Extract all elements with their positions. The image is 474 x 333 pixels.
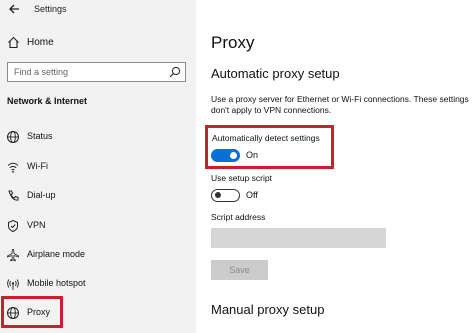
- window-title: Settings: [34, 4, 67, 14]
- setup-script-state: Off: [246, 190, 258, 200]
- globe-icon: [7, 131, 19, 143]
- proxy-description: Use a proxy server for Ethernet or Wi-Fi…: [211, 94, 469, 115]
- toggle-knob: [215, 192, 221, 198]
- airplane-icon: [7, 249, 19, 262]
- sidebar-item-dialup[interactable]: Dial-up: [0, 184, 196, 208]
- home-nav-item[interactable]: Home: [0, 30, 196, 54]
- sidebar-item-status[interactable]: Status: [0, 125, 196, 149]
- sidebar-item-label: Wi-Fi: [27, 161, 48, 171]
- title-bar: Settings: [0, 0, 196, 20]
- sidebar-item-mobile-hotspot[interactable]: Mobile hotspot: [0, 272, 196, 296]
- page-title: Proxy: [211, 33, 255, 52]
- sidebar-item-wifi[interactable]: Wi-Fi: [0, 155, 196, 179]
- sidebar-item-vpn[interactable]: VPN: [0, 214, 196, 238]
- save-button[interactable]: Save: [211, 260, 268, 280]
- sidebar-item-label: Dial-up: [27, 190, 56, 200]
- sidebar: Settings Home Network & Internet Status …: [0, 0, 196, 333]
- manual-proxy-heading: Manual proxy setup: [211, 302, 325, 317]
- home-icon: [8, 36, 19, 49]
- sidebar-item-label: Status: [27, 131, 53, 141]
- wifi-icon: [7, 162, 19, 173]
- phone-icon: [8, 190, 19, 201]
- script-address-input[interactable]: [211, 228, 386, 248]
- search-box[interactable]: [7, 62, 186, 82]
- vpn-icon: [8, 219, 18, 233]
- sidebar-item-label: VPN: [27, 220, 46, 230]
- sidebar-item-label: Mobile hotspot: [27, 278, 86, 288]
- setup-script-toggle[interactable]: [211, 189, 240, 202]
- script-address-label: Script address: [211, 212, 266, 222]
- home-label: Home: [27, 37, 54, 48]
- sidebar-item-airplane-mode[interactable]: Airplane mode: [0, 243, 196, 267]
- search-icon[interactable]: [169, 66, 181, 78]
- hotspot-icon: [7, 279, 19, 290]
- back-arrow-icon[interactable]: [7, 2, 21, 16]
- section-header: Network & Internet: [7, 96, 88, 106]
- auto-detect-highlight-box: [205, 125, 334, 169]
- automatic-proxy-heading: Automatic proxy setup: [211, 66, 340, 81]
- proxy-highlight-box: [1, 296, 63, 328]
- sidebar-item-label: Airplane mode: [27, 249, 86, 259]
- setup-script-label: Use setup script: [211, 173, 272, 183]
- search-input[interactable]: [8, 63, 168, 81]
